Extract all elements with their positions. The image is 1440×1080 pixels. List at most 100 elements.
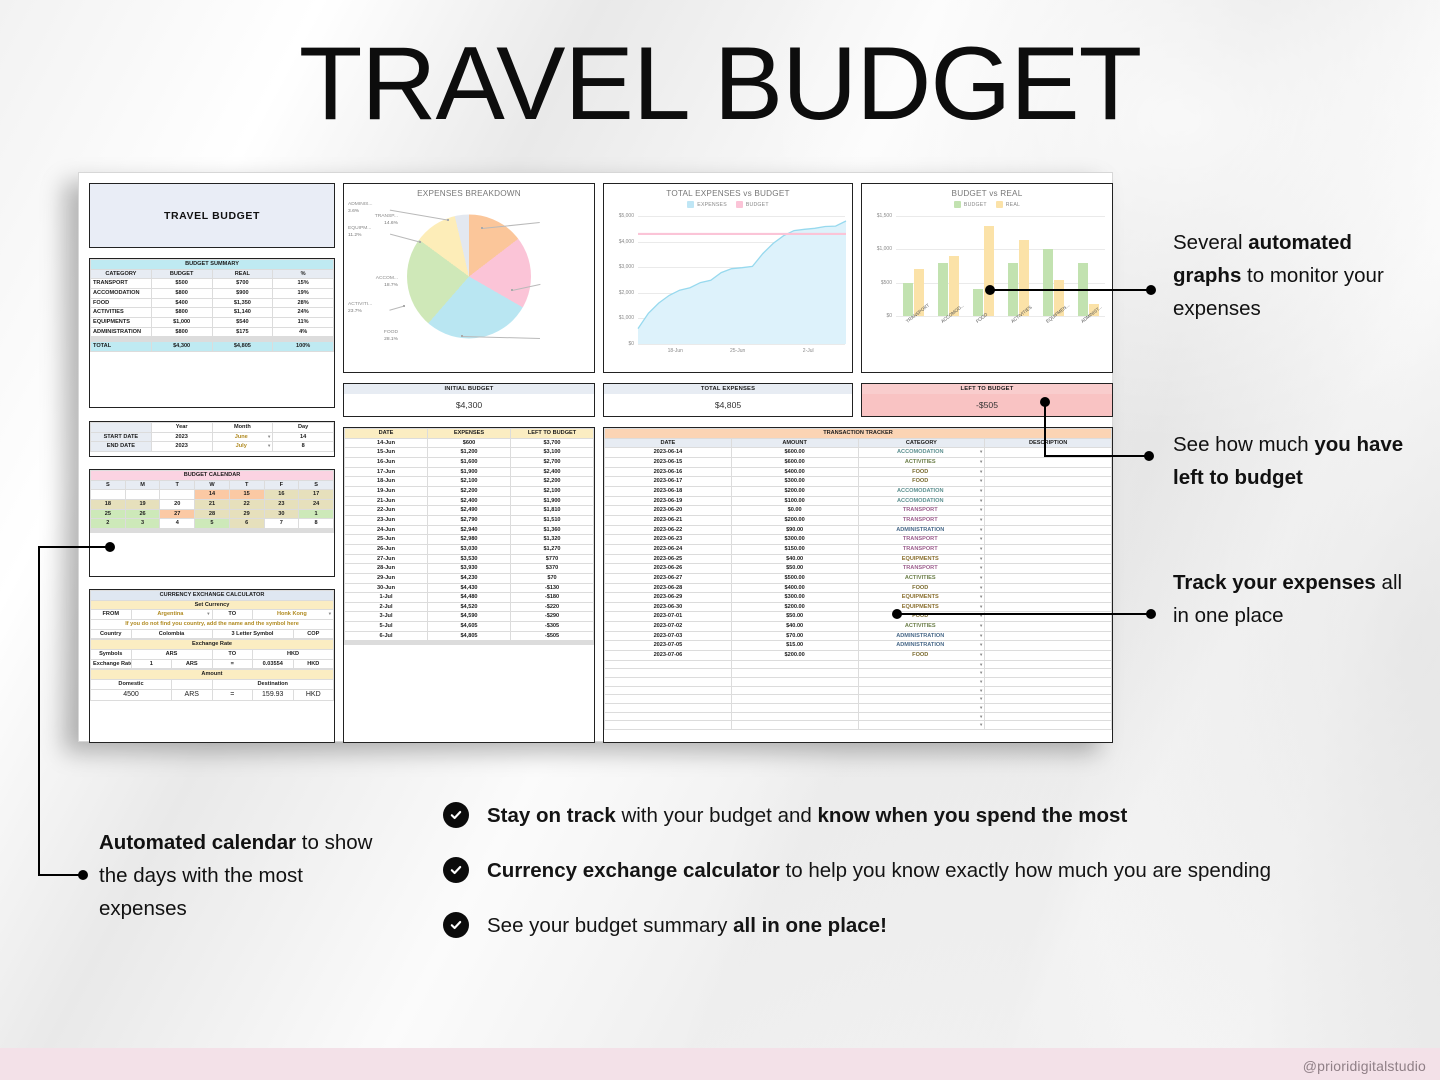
tracker-cell[interactable] <box>984 650 1112 661</box>
tracker-empty-cell[interactable] <box>730 659 859 670</box>
expenses-cell[interactable]: 29-Jun <box>344 572 428 584</box>
tracker-empty-cell[interactable]: ▾ <box>857 694 986 704</box>
expenses-cell[interactable]: -$130 <box>510 582 594 594</box>
tracker-empty-cell[interactable] <box>604 659 732 670</box>
tracker-cell[interactable] <box>984 514 1112 526</box>
tracker-cell[interactable] <box>984 592 1112 603</box>
tracker-cell[interactable]: $100.00 <box>730 495 859 507</box>
tracker-cell[interactable]: 2023-07-03 <box>604 630 732 642</box>
tracker-cell[interactable]: 2023-06-16 <box>604 466 732 478</box>
expenses-cell[interactable]: $4,230 <box>427 572 511 584</box>
tracker-cell[interactable]: 2023-06-27 <box>604 572 732 584</box>
dropdown-caret-icon[interactable]: ▾ <box>980 536 982 543</box>
tracker-cell[interactable]: TRANSPORT ▾ <box>857 534 986 545</box>
calendar-day-cell[interactable]: 28 <box>194 508 230 520</box>
tracker-cell[interactable]: $300.00 <box>730 592 859 603</box>
calendar-empty-cell[interactable] <box>90 530 126 533</box>
dropdown-caret-icon[interactable]: ▾ <box>329 611 331 618</box>
budget-summary-cell[interactable]: EQUIPMENTS <box>90 316 152 328</box>
expenses-cell[interactable]: $4,430 <box>427 582 511 594</box>
tracker-empty-cell[interactable]: ▾ <box>857 685 986 696</box>
tracker-cell[interactable]: ADMINISTRATION ▾ <box>857 524 986 536</box>
expenses-cell[interactable]: $4,590 <box>427 611 511 623</box>
expenses-cell[interactable]: $3,030 <box>427 543 511 555</box>
calendar-day-cell[interactable]: 2 <box>90 518 126 529</box>
calendar-day-cell[interactable]: 20 <box>159 498 196 510</box>
expenses-cell[interactable]: $1,900 <box>427 466 511 478</box>
rate-qty[interactable]: 1 <box>130 658 172 670</box>
tracker-cell[interactable] <box>984 640 1112 652</box>
expenses-cell[interactable]: $2,400 <box>427 495 511 507</box>
tracker-cell[interactable] <box>984 534 1112 545</box>
tracker-cell[interactable]: $150.00 <box>730 543 859 555</box>
budget-summary-cell[interactable]: ACCOMODATION <box>90 287 152 299</box>
tracker-cell[interactable]: 2023-07-02 <box>604 621 732 632</box>
dates-cell[interactable]: June ▾ <box>211 431 274 443</box>
dates-cell[interactable]: 14 <box>272 431 334 443</box>
expenses-cell[interactable]: $1,510 <box>510 514 594 526</box>
tracker-cell[interactable]: $300.00 <box>730 534 859 545</box>
expenses-cell[interactable]: -$505 <box>510 630 594 642</box>
tracker-empty-cell[interactable] <box>730 668 859 679</box>
expenses-cell[interactable]: $2,200 <box>427 485 511 497</box>
tracker-empty-cell[interactable]: ▾ <box>857 659 986 670</box>
dropdown-caret-icon[interactable]: ▾ <box>268 433 270 440</box>
expenses-empty-cell[interactable] <box>344 643 428 646</box>
tracker-cell[interactable]: $40.00 <box>730 621 859 632</box>
expenses-cell[interactable]: $4,480 <box>427 592 511 603</box>
tracker-empty-cell[interactable] <box>984 694 1112 704</box>
budget-summary-cell[interactable]: 11% <box>272 316 334 328</box>
tracker-cell[interactable] <box>984 621 1112 632</box>
tracker-cell[interactable]: TRANSPORT ▾ <box>857 543 986 555</box>
tracker-cell[interactable]: $70.00 <box>730 630 859 642</box>
dropdown-caret-icon[interactable]: ▾ <box>980 507 982 514</box>
tracker-cell[interactable]: $50.00 <box>730 563 859 574</box>
calendar-day-cell[interactable]: 19 <box>124 498 161 510</box>
tracker-empty-cell[interactable]: ▾ <box>857 677 986 687</box>
tracker-cell[interactable]: $400.00 <box>730 582 859 594</box>
tracker-cell[interactable]: $200.00 <box>730 650 859 661</box>
tracker-empty-cell[interactable] <box>604 720 732 730</box>
dates-cell[interactable]: 8 <box>272 441 334 452</box>
amount-value[interactable]: 4500 <box>90 688 172 702</box>
dropdown-caret-icon[interactable]: ▾ <box>980 565 982 572</box>
calendar-empty-cell[interactable] <box>228 530 265 533</box>
tracker-cell[interactable] <box>984 485 1112 497</box>
budget-summary-cell[interactable]: 19% <box>272 287 334 299</box>
budget-summary-cell[interactable]: 15% <box>272 278 334 289</box>
country-value[interactable]: Colombia <box>130 628 213 640</box>
tracker-cell[interactable]: TRANSPORT ▾ <box>857 514 986 526</box>
budget-summary-cell[interactable]: $540 <box>211 316 274 328</box>
budget-summary-cell[interactable]: 24% <box>272 307 334 318</box>
tracker-cell[interactable]: $50.00 <box>730 611 859 623</box>
expenses-cell[interactable]: 5-Jul <box>344 621 428 632</box>
calendar-day-cell[interactable] <box>124 489 161 500</box>
expenses-cell[interactable]: $2,980 <box>427 534 511 545</box>
tracker-empty-cell[interactable] <box>730 694 859 704</box>
calendar-day-cell[interactable]: 4 <box>159 518 196 529</box>
dropdown-caret-icon[interactable]: ▾ <box>268 443 270 450</box>
tracker-cell[interactable]: EQUIPMENTS ▾ <box>857 601 986 613</box>
dropdown-caret-icon[interactable]: ▾ <box>980 574 982 581</box>
tracker-cell[interactable] <box>984 543 1112 555</box>
tracker-cell[interactable]: 2023-06-22 <box>604 524 732 536</box>
calendar-day-cell[interactable]: 16 <box>263 489 300 500</box>
tracker-cell[interactable]: $40.00 <box>730 553 859 565</box>
tracker-cell[interactable] <box>984 505 1112 516</box>
expenses-cell[interactable]: $3,930 <box>427 563 511 574</box>
expenses-cell[interactable]: $1,200 <box>427 447 511 458</box>
tracker-cell[interactable]: 2023-06-19 <box>604 495 732 507</box>
tracker-empty-cell[interactable] <box>604 685 732 696</box>
expenses-cell[interactable]: $4,805 <box>427 630 511 642</box>
expenses-cell[interactable]: $2,790 <box>427 514 511 526</box>
expenses-cell[interactable]: 27-Jun <box>344 553 428 565</box>
budget-summary-cell[interactable]: $900 <box>211 287 274 299</box>
dropdown-caret-icon[interactable]: ▾ <box>980 487 982 494</box>
expenses-empty-cell[interactable] <box>427 643 511 646</box>
calendar-day-cell[interactable]: 15 <box>228 489 265 500</box>
expenses-cell[interactable]: $2,100 <box>510 485 594 497</box>
dropdown-caret-icon[interactable]: ▾ <box>980 449 982 456</box>
budget-summary-cell[interactable]: $800 <box>150 307 213 318</box>
expenses-cell[interactable]: -$305 <box>510 621 594 632</box>
dates-cell[interactable]: July ▾ <box>211 441 274 452</box>
